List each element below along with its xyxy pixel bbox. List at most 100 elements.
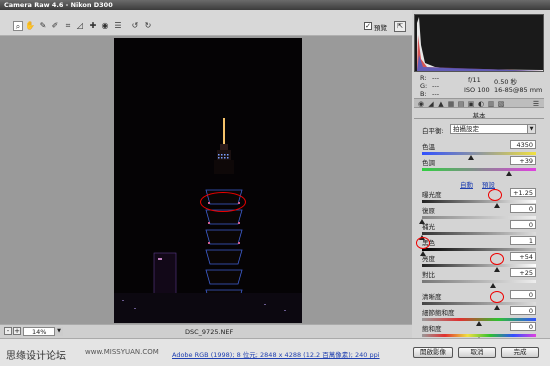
- panel-menu-icon[interactable]: ☰: [532, 100, 540, 108]
- readout: R: --- G: --- B: --- f/11 0.50 秒 ISO 100…: [414, 72, 544, 98]
- fill-light-slider[interactable]: [419, 232, 536, 240]
- temperature-slider[interactable]: [422, 152, 536, 160]
- fill-light-label: 補光: [422, 223, 435, 231]
- clarity-slider[interactable]: [422, 302, 536, 310]
- tint-slider[interactable]: [422, 168, 536, 176]
- r-value: ---: [432, 74, 440, 82]
- clarity-thumb[interactable]: [494, 305, 501, 310]
- toolbar: ⌕ ✋ ✎ ✐ ⌗ ◿ ✚ ◉ ☰ ↺ ↻ ✓ 預覽 ⇱: [0, 10, 412, 36]
- vibrance-slider[interactable]: [422, 318, 536, 326]
- panel-tabs: ◉ ◢ ▲ ▦ ▤ ▣ ◐ ▥ ▧ ☰: [414, 98, 544, 108]
- basic-panel: 白平衡: 拍攝設定 ▼ 色溫 4350 色調 +39 自動 預設 曝光度 +1.…: [414, 118, 544, 342]
- contrast-label: 對比: [422, 271, 435, 279]
- r-label: R:: [420, 74, 427, 82]
- recovery-input[interactable]: 0: [510, 204, 536, 213]
- tab-tone-curve-icon[interactable]: ◢: [427, 100, 435, 108]
- retouch-icon[interactable]: ✚: [88, 21, 98, 31]
- temperature-label: 色溫: [422, 143, 435, 151]
- rotate-left-icon[interactable]: ↺: [130, 21, 140, 31]
- zoom-bar: - + 14% ▼ DSC_9725.NEF: [0, 324, 412, 338]
- bottom-bar: 思缘设计论坛 www.MISSYUAN.COM Adobe RGB (1998)…: [0, 338, 550, 366]
- recovery-slider[interactable]: [419, 216, 536, 224]
- brightness-input[interactable]: +54: [510, 252, 536, 261]
- taipei-101-night-image: [114, 38, 302, 323]
- exposure-slider[interactable]: [422, 200, 536, 208]
- hand-icon[interactable]: ✋: [25, 21, 35, 31]
- shutter: 0.50 秒: [494, 78, 518, 86]
- exposure-input[interactable]: +1.25: [510, 188, 536, 197]
- temperature-thumb[interactable]: [468, 155, 475, 160]
- blacks-slider[interactable]: [420, 248, 536, 256]
- lens: 16-85@85 mm: [494, 86, 543, 94]
- g-label: G:: [420, 82, 428, 90]
- b-label: B:: [420, 90, 427, 98]
- exposure-thumb[interactable]: [494, 203, 501, 208]
- done-button[interactable]: 完成: [501, 347, 539, 358]
- iso: ISO 100: [464, 86, 490, 94]
- blacks-input[interactable]: 1: [510, 236, 536, 245]
- highlight-circle-exposure: [488, 189, 502, 201]
- white-balance-label: 白平衡:: [422, 127, 444, 135]
- photo-preview[interactable]: [114, 38, 302, 323]
- white-balance-value: 拍攝設定: [453, 125, 479, 133]
- tab-snapshots-icon[interactable]: ▧: [497, 100, 505, 108]
- watermark-text: 思缘设计论坛: [6, 351, 66, 362]
- highlight-circle-clarity: [490, 291, 504, 303]
- tint-input[interactable]: +39: [510, 156, 536, 165]
- chevron-down-icon[interactable]: ▼: [54, 327, 63, 336]
- white-balance-select[interactable]: 拍攝設定 ▼: [450, 124, 536, 134]
- cancel-button[interactable]: 取消: [458, 347, 496, 358]
- tab-lens-icon[interactable]: ▣: [467, 100, 475, 108]
- zoom-in-button[interactable]: +: [13, 327, 21, 335]
- chevron-down-icon[interactable]: ▼: [527, 125, 535, 133]
- clarity-input[interactable]: 0: [510, 290, 536, 299]
- contrast-slider[interactable]: [422, 280, 536, 288]
- vibrance-thumb[interactable]: [476, 321, 482, 326]
- brightness-thumb[interactable]: [494, 267, 501, 272]
- vibrance-label: 細節飽和度: [422, 309, 455, 317]
- tab-split-toning-icon[interactable]: ▤: [457, 100, 465, 108]
- contrast-thumb[interactable]: [489, 283, 496, 288]
- saturation-label: 飽和度: [422, 325, 442, 333]
- zoom-icon[interactable]: ⌕: [13, 21, 23, 31]
- vibrance-input[interactable]: 0: [510, 306, 536, 315]
- highlight-circle-brightness: [490, 253, 504, 265]
- auto-link[interactable]: 自動: [460, 179, 473, 189]
- window-title: Camera Raw 4.6 - Nikon D300: [0, 0, 550, 10]
- saturation-slider[interactable]: [422, 334, 536, 342]
- recovery-label: 復原: [422, 207, 435, 215]
- tab-presets-icon[interactable]: ▥: [487, 100, 495, 108]
- b-value: ---: [432, 90, 440, 98]
- color-sampler-icon[interactable]: ✐: [50, 21, 60, 31]
- red-eye-icon[interactable]: ◉: [100, 21, 110, 31]
- exposure-label: 曝光度: [422, 191, 442, 199]
- white-balance-icon[interactable]: ✎: [38, 21, 48, 31]
- watermark-url: www.MISSYUAN.COM: [85, 348, 159, 356]
- preview-checkbox[interactable]: ✓: [364, 22, 372, 30]
- brightness-slider[interactable]: [422, 264, 536, 272]
- preferences-icon[interactable]: ☰: [113, 21, 123, 31]
- filename-label: DSC_9725.NEF: [185, 328, 234, 336]
- brightness-label: 亮度: [422, 255, 435, 263]
- fill-light-input[interactable]: 0: [510, 220, 536, 229]
- crop-icon[interactable]: ⌗: [63, 21, 73, 31]
- saturation-input[interactable]: 0: [510, 322, 536, 331]
- straighten-icon[interactable]: ◿: [75, 21, 85, 31]
- open-image-button[interactable]: 開啟影像: [413, 347, 453, 358]
- default-link[interactable]: 預設: [482, 179, 495, 189]
- tab-detail-icon[interactable]: ▲: [437, 100, 445, 108]
- tint-label: 色調: [422, 159, 435, 167]
- aperture: f/11: [468, 76, 481, 84]
- fullscreen-icon[interactable]: ⇱: [394, 21, 406, 32]
- highlight-circle-blacks: [416, 237, 430, 249]
- temperature-input[interactable]: 4350: [510, 140, 536, 149]
- tint-thumb[interactable]: [505, 171, 512, 176]
- contrast-input[interactable]: +25: [510, 268, 536, 277]
- tab-basic-icon[interactable]: ◉: [417, 100, 425, 108]
- tab-hsl-icon[interactable]: ▦: [447, 100, 455, 108]
- preview-label: 預覽: [374, 24, 387, 32]
- rotate-right-icon[interactable]: ↻: [143, 21, 153, 31]
- tab-camera-calibration-icon[interactable]: ◐: [477, 100, 485, 108]
- workflow-options-link[interactable]: Adobe RGB (1998); 8 位元; 2848 x 4288 (12.…: [172, 349, 380, 359]
- zoom-out-button[interactable]: -: [4, 327, 12, 335]
